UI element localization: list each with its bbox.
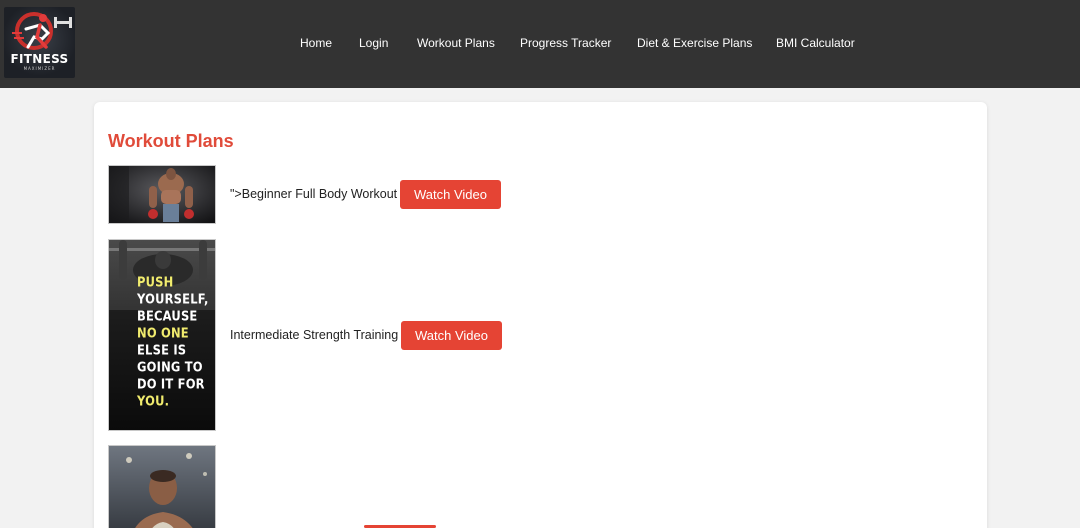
nav-workout-plans-link[interactable]: Workout Plans — [417, 35, 495, 51]
poster-line: YOU. — [137, 393, 170, 410]
watch-video-button[interactable]: Watch Video — [401, 321, 502, 350]
site-header: FITNESS MAXIMIZER Home Login Workout Pla… — [0, 0, 1080, 88]
nav-diet-exercise-plans-link[interactable]: Diet & Exercise Plans — [637, 35, 752, 51]
poster-line: NO ONE — [137, 325, 189, 342]
plan-name: Intermediate Strength Training — [230, 328, 399, 342]
poster-line: DO IT FOR — [137, 376, 205, 393]
watch-video-button[interactable]: Watch Video — [400, 180, 501, 209]
main-nav: Home Login Workout Plans Progress Tracke… — [0, 0, 1080, 88]
page-title: Workout Plans — [108, 131, 234, 151]
plan-thumbnail: PUSH YOURSELF, BECAUSE NO ONE ELSE IS GO… — [108, 239, 216, 431]
workout-plans-card: Workout Plans ">Beginner Full Body Worko… — [94, 102, 987, 528]
poster-line: YOURSELF, — [137, 291, 209, 308]
nav-progress-tracker-link[interactable]: Progress Tracker — [520, 35, 611, 51]
nav-login-link[interactable]: Login — [359, 35, 388, 51]
plan-thumbnail — [108, 445, 216, 528]
plan-name: ">Beginner Full Body Workout — [230, 187, 398, 201]
poster-line: ELSE IS — [137, 342, 187, 359]
nav-home-link[interactable]: Home — [300, 35, 332, 51]
poster-line: PUSH — [137, 274, 174, 291]
poster-line: BECAUSE — [137, 308, 198, 325]
nav-bmi-calculator-link[interactable]: BMI Calculator — [776, 35, 855, 51]
plan-thumbnail — [108, 165, 216, 224]
poster-line: GOING TO — [137, 359, 203, 376]
